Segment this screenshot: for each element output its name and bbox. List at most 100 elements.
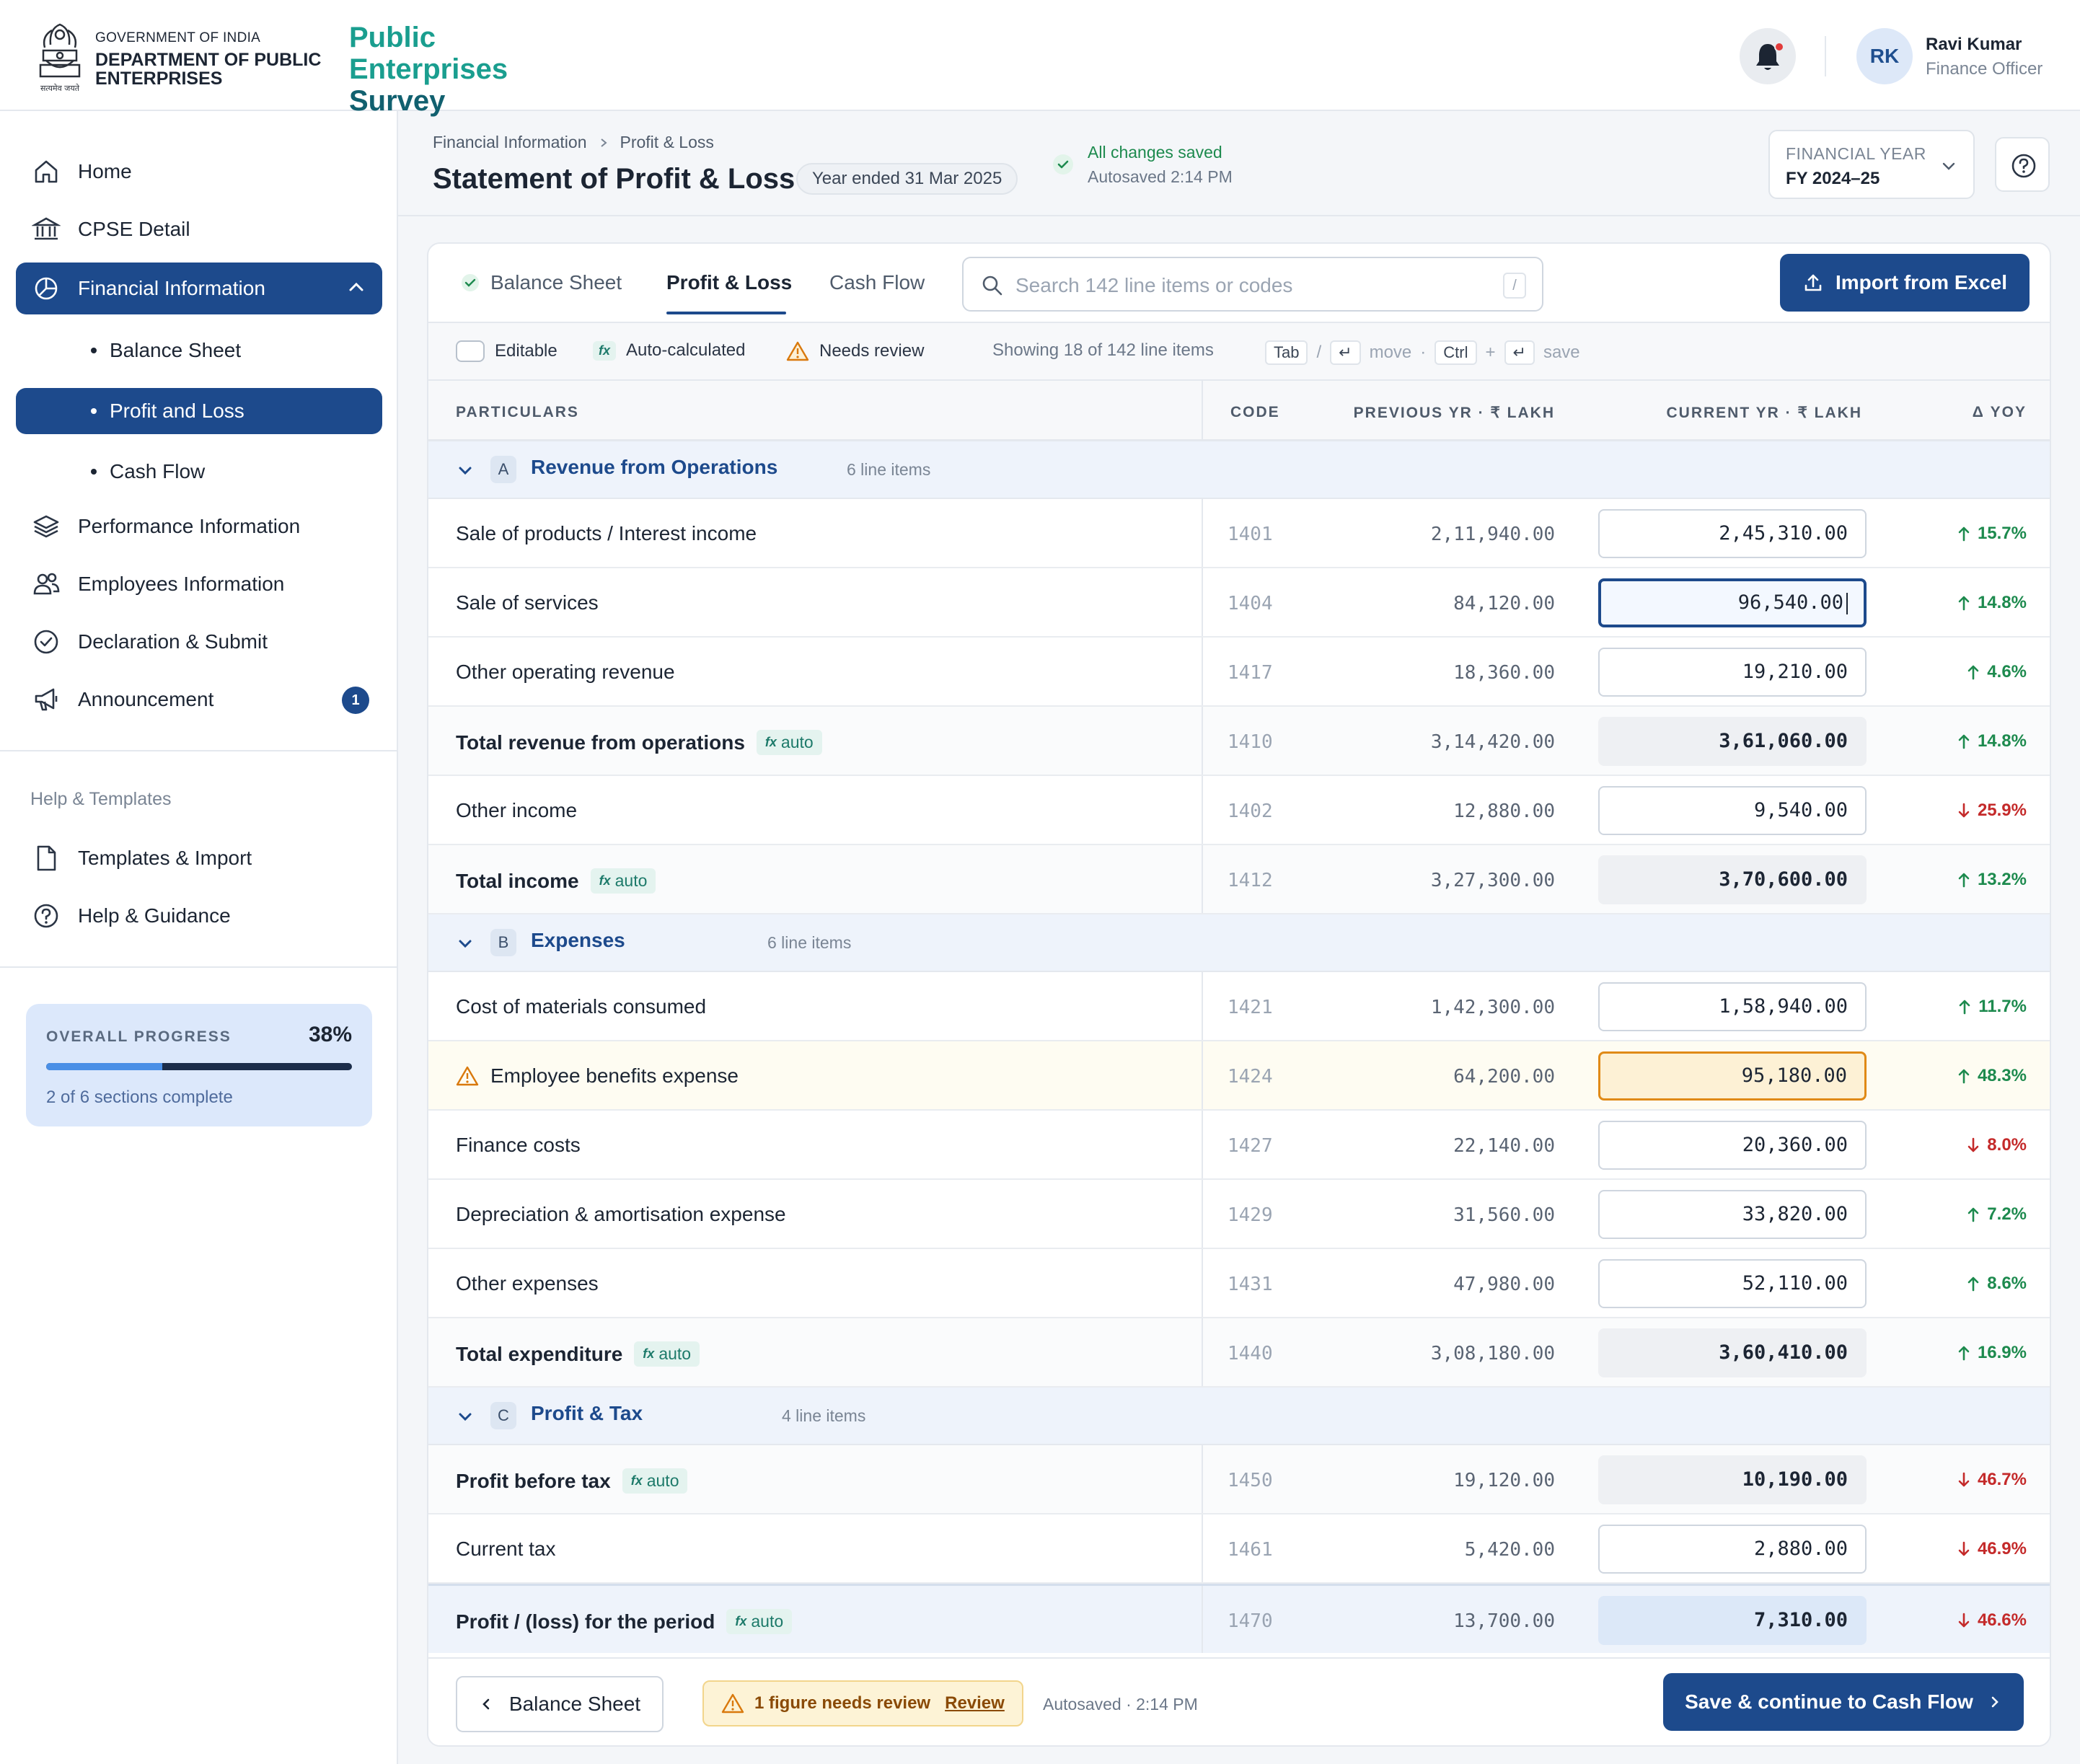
sidebar-item-employees-information[interactable]: Employees Information <box>16 560 382 609</box>
help-circle-icon <box>30 900 62 932</box>
arrow-down-icon <box>1958 803 1970 818</box>
row-code: 1410 <box>1228 731 1273 753</box>
arrow-up-icon <box>1967 1276 1979 1292</box>
notifications-button[interactable] <box>1740 28 1796 84</box>
table-row: Depreciation & amortisation expense 1429… <box>428 1180 2050 1249</box>
current-value-input[interactable]: 9,540.00 <box>1598 786 1867 835</box>
tabs-bar: Balance Sheet Profit & Loss Cash Flow Se… <box>428 244 2050 323</box>
table-row: Other operating revenue 1417 18,360.00 1… <box>428 638 2050 707</box>
sidebar-item-cpse-detail[interactable]: CPSE Detail <box>16 205 382 254</box>
row-yoy-change: 46.9% <box>1957 1539 2027 1559</box>
year-pill: Year ended 31 Mar 2025 <box>796 163 1018 195</box>
bank-icon <box>30 213 62 245</box>
current-value-calculated: 3,61,060.00 <box>1598 717 1867 766</box>
chevron-left-icon <box>482 1698 490 1710</box>
tab-profit-loss[interactable]: Profit & Loss <box>666 271 792 294</box>
back-to-balance-sheet-button[interactable]: Balance Sheet <box>456 1676 664 1732</box>
import-from-excel-button[interactable]: Import from Excel <box>1780 254 2030 312</box>
section-header-revenue-from-operations[interactable]: A Revenue from Operations 6 line items <box>428 441 2050 499</box>
home-icon <box>30 156 62 188</box>
chevron-down-icon <box>459 940 472 948</box>
row-code: 1470 <box>1228 1610 1273 1632</box>
row-label: Cost of materials consumed <box>456 995 707 1018</box>
col-yoy: Δ YOY <box>1972 404 2027 420</box>
current-value-input[interactable]: 96,540.00 <box>1598 578 1867 627</box>
current-value-input[interactable]: 52,110.00 <box>1598 1259 1867 1308</box>
row-label: Total expenditure <box>456 1342 623 1365</box>
chevron-up-icon <box>349 282 363 291</box>
save-continue-button[interactable]: Save & continue to Cash Flow <box>1663 1673 2024 1731</box>
legend-needs-review: Needs review <box>786 340 924 362</box>
arrow-up-icon <box>1958 873 1970 888</box>
row-label: Sale of services <box>456 591 599 614</box>
table-row: Finance costs 1427 22,140.00 20,360.00 8… <box>428 1111 2050 1180</box>
section-letter: C <box>490 1402 516 1429</box>
sidebar-item-templates-import[interactable]: Templates & Import <box>16 834 382 883</box>
section-name: Profit & Tax <box>531 1402 643 1424</box>
row-code: 1412 <box>1228 870 1273 891</box>
row-previous-value: 18,360.00 <box>1453 662 1555 684</box>
current-value-input[interactable]: 2,45,310.00 <box>1598 509 1867 558</box>
arrow-up-icon <box>1958 734 1970 749</box>
arrow-down-icon <box>1958 1541 1970 1556</box>
table-row: Sale of products / Interest income 1401 … <box>428 499 2050 568</box>
breadcrumb-item-financial-information[interactable]: Financial Information <box>433 133 587 152</box>
row-code: 1424 <box>1228 1066 1273 1088</box>
sidebar-subitem-balance-sheet[interactable]: Balance Sheet <box>16 327 382 374</box>
showing-count: Showing 18 of 142 line items <box>992 340 1214 360</box>
row-yoy-change: 14.8% <box>1957 593 2027 613</box>
sidebar-item-performance-information[interactable]: Performance Information <box>16 502 382 551</box>
row-yoy-change: 16.9% <box>1957 1343 2027 1363</box>
sidebar-subitem-cash-flow[interactable]: Cash Flow <box>16 449 382 495</box>
progress-percent: 38% <box>308 1023 352 1046</box>
search-input[interactable]: Search 142 line items or codes / <box>962 257 1543 312</box>
review-link[interactable]: Review <box>945 1693 1005 1714</box>
warning-icon <box>456 1066 479 1086</box>
breadcrumb: Financial Information Profit & Loss <box>433 133 714 152</box>
pie-chart-icon <box>30 273 62 304</box>
section-count: 4 line items <box>782 1406 866 1425</box>
sidebar-subitem-profit-and-loss[interactable]: Profit and Loss <box>16 388 382 434</box>
help-circle-icon <box>2011 154 2036 178</box>
tab-cash-flow[interactable]: Cash Flow <box>829 271 925 294</box>
help-button[interactable] <box>1995 137 2050 192</box>
avatar[interactable]: RK <box>1856 28 1913 84</box>
table-header: PARTICULARS CODE PREVIOUS YR · ₹ LAKH CU… <box>428 381 2050 441</box>
sidebar-item-announcement[interactable]: Announcement 1 <box>16 675 382 724</box>
sidebar-item-declaration-submit[interactable]: Declaration & Submit <box>16 617 382 666</box>
arrow-up-icon <box>1958 596 1970 611</box>
row-previous-value: 84,120.00 <box>1453 593 1555 614</box>
section-header-profit-tax[interactable]: C Profit & Tax 4 line items <box>428 1388 2050 1445</box>
table-row: Current tax 1461 5,420.00 2,880.00 46.9% <box>428 1514 2050 1584</box>
section-header-expenses[interactable]: B Expenses 6 line items <box>428 914 2050 972</box>
footer-autosave-status: Autosaved · 2:14 PM <box>1043 1695 1198 1714</box>
row-yoy-change: 4.6% <box>1967 662 2027 682</box>
current-value-input[interactable]: 19,210.00 <box>1598 648 1867 697</box>
row-label: Profit before tax <box>456 1469 611 1492</box>
current-value-input[interactable]: 1,58,940.00 <box>1598 982 1867 1031</box>
sidebar-item-help-guidance[interactable]: Help & Guidance <box>16 891 382 940</box>
row-yoy-change: 48.3% <box>1957 1066 2027 1086</box>
row-previous-value: 13,700.00 <box>1453 1610 1555 1632</box>
row-yoy-change: 15.7% <box>1957 524 2027 544</box>
col-previous-year: PREVIOUS YR · ₹ LAKH <box>1353 405 1555 421</box>
sidebar-item-home[interactable]: Home <box>16 147 382 196</box>
arrow-up-icon <box>1959 1000 1970 1015</box>
row-code: 1404 <box>1228 593 1273 614</box>
financial-year-select[interactable]: FINANCIAL YEAR FY 2024–25 <box>1768 130 1975 199</box>
tab-balance-sheet[interactable]: Balance Sheet <box>460 271 622 294</box>
row-label: Other operating revenue <box>456 661 675 683</box>
current-value-input[interactable]: 20,360.00 <box>1598 1121 1867 1170</box>
current-value-input[interactable]: 95,180.00 <box>1598 1051 1867 1101</box>
file-icon <box>30 842 62 874</box>
row-code: 1429 <box>1228 1204 1273 1226</box>
current-value-calculated: 3,70,600.00 <box>1598 855 1867 904</box>
current-value-input[interactable]: 2,880.00 <box>1598 1525 1867 1574</box>
bell-icon <box>1756 44 1779 70</box>
current-value-input[interactable]: 33,820.00 <box>1598 1190 1867 1239</box>
sidebar-item-financial-information[interactable]: Financial Information <box>16 263 382 314</box>
app-title: Public Enterprises Survey <box>349 22 508 117</box>
row-code: 1461 <box>1228 1539 1273 1561</box>
statement-card: Balance Sheet Profit & Loss Cash Flow Se… <box>427 242 2051 1747</box>
row-yoy-change: 8.0% <box>1967 1135 2027 1155</box>
